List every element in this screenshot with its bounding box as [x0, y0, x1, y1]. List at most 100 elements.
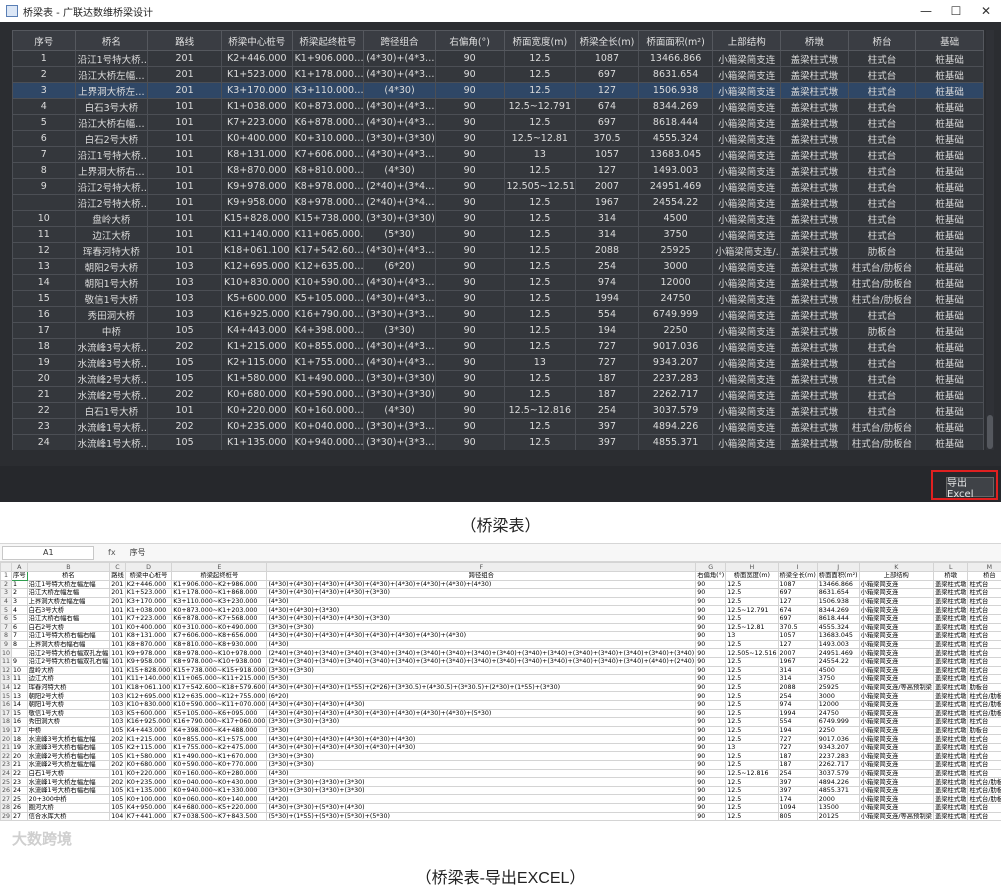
grid-cell[interactable]: (2*40)+(3*4…: [363, 178, 436, 195]
excel-col-letter[interactable]: H: [725, 562, 779, 572]
grid-cell[interactable]: 小箱梁简支连: [712, 338, 782, 355]
grid-row[interactable]: 10 盘岭大桥 101 K15+828.000 K15+738.000… (3*30)+(…: [12, 210, 984, 227]
grid-cell[interactable]: 12.5: [503, 162, 577, 179]
excel-cell[interactable]: K1+580.000: [124, 751, 173, 762]
grid-cell[interactable]: 1057: [575, 146, 639, 163]
excel-cell[interactable]: 127: [777, 596, 818, 607]
excel-cell[interactable]: K15+738.000~K15+918.000: [171, 665, 268, 676]
excel-cell[interactable]: 边江大桥: [26, 674, 111, 684]
excel-cell[interactable]: 12.5: [725, 794, 779, 805]
excel-cell[interactable]: 小箱梁简支连: [858, 725, 934, 736]
excel-cell[interactable]: 90: [695, 622, 727, 633]
excel-cell[interactable]: 小箱梁简支连/等高预制梁: [858, 682, 934, 693]
excel-cell[interactable]: 盖梁柱式墩: [932, 725, 969, 736]
excel-cell[interactable]: (3*30)+(3*30): [266, 760, 697, 770]
grid-cell[interactable]: K7+223.000: [220, 114, 293, 131]
excel-col-letter[interactable]: G: [695, 562, 727, 572]
grid-cell[interactable]: 盖梁柱式墩: [780, 354, 849, 371]
excel-cell[interactable]: K0+590.000~K0+770.000: [171, 760, 268, 770]
grid-cell[interactable]: 101: [147, 146, 222, 163]
excel-cell[interactable]: 25925: [816, 682, 860, 693]
grid-cell[interactable]: 水流峰2号大桥…: [74, 386, 149, 403]
grid-cell[interactable]: K1+580.000: [220, 370, 293, 387]
grid-cell[interactable]: 边江大桥: [74, 226, 149, 243]
grid-cell[interactable]: 12.5~12.816: [503, 402, 577, 419]
grid-row[interactable]: 23 水流峰1号大桥… 202 K0+235.000 K0+040.000… (3*30)…: [12, 418, 984, 435]
grid-cell[interactable]: 101: [147, 130, 222, 147]
grid-col-header[interactable]: 路线: [147, 30, 222, 51]
excel-cell[interactable]: 202: [109, 760, 126, 770]
grid-cell[interactable]: 12: [12, 242, 76, 259]
excel-cell[interactable]: K7+038.500~K7+843.500: [171, 811, 268, 822]
excel-cell[interactable]: K0+160.000~K0+280.000: [171, 768, 268, 779]
excel-cell[interactable]: 12.5: [725, 579, 779, 590]
excel-cell[interactable]: 中桥: [26, 725, 111, 736]
grid-cell[interactable]: 90: [434, 306, 505, 323]
excel-cell[interactable]: 盖梁柱式墩: [932, 674, 969, 684]
excel-row-number[interactable]: 17: [0, 708, 13, 719]
grid-row[interactable]: 19 水流峰3号大桥… 105 K2+115.000 K1+755.000… (4*30)…: [12, 354, 984, 371]
excel-cell[interactable]: 桥面宽度(m): [725, 571, 779, 581]
grid-cell[interactable]: 90: [434, 210, 505, 227]
grid-cell[interactable]: (3*30)+(3*30): [363, 210, 436, 227]
grid-cell[interactable]: K8+810.000…: [291, 162, 365, 179]
grid-cell[interactable]: 90: [434, 258, 505, 275]
grid-cell[interactable]: 12.5: [503, 290, 577, 307]
grid-cell[interactable]: 314: [575, 226, 639, 243]
excel-cell[interactable]: 桥梁起终桩号: [171, 571, 268, 581]
excel-row-number[interactable]: 18: [0, 717, 13, 727]
excel-cell[interactable]: 90: [695, 579, 727, 590]
grid-cell[interactable]: (3*30)+(3*30): [363, 386, 436, 403]
excel-cell[interactable]: 桥面面积(m²): [816, 571, 860, 581]
excel-cell[interactable]: K0+060.000~K0+140.000: [171, 794, 268, 805]
excel-cell[interactable]: 17: [11, 725, 28, 736]
grid-cell[interactable]: K11+065.000…: [291, 226, 365, 243]
grid-cell[interactable]: 12.5: [503, 66, 577, 83]
grid-cell[interactable]: 敬信1号大桥: [74, 290, 149, 307]
excel-cell[interactable]: K7+441.000: [124, 811, 173, 822]
excel-cell[interactable]: 90: [695, 734, 727, 744]
excel-cell[interactable]: 12.5: [725, 639, 779, 650]
grid-cell[interactable]: 柱式台: [847, 338, 917, 355]
grid-cell[interactable]: K0+873.000…: [291, 98, 365, 115]
excel-cell[interactable]: 127: [777, 639, 818, 650]
excel-cell[interactable]: 盖梁柱式墩: [932, 717, 969, 727]
grid-cell[interactable]: K1+523.000: [220, 66, 293, 83]
grid-cell[interactable]: 25925: [637, 242, 714, 259]
grid-cell[interactable]: 盖梁柱式墩: [780, 274, 849, 291]
excel-cell[interactable]: 12: [11, 682, 28, 693]
excel-cell[interactable]: 12.5: [725, 734, 779, 744]
grid-cell[interactable]: 90: [434, 354, 505, 371]
excel-cell[interactable]: 90: [695, 803, 727, 813]
excel-cell[interactable]: 101: [109, 768, 126, 779]
grid-cell[interactable]: K4+398.000…: [291, 322, 365, 339]
excel-cell[interactable]: 白石3号大桥: [26, 605, 111, 615]
excel-cell[interactable]: 187: [777, 760, 818, 770]
grid-cell[interactable]: 盖梁柱式墩: [780, 290, 849, 307]
excel-cell[interactable]: 柱式台: [967, 605, 1001, 615]
excel-cell[interactable]: K0+310.000~K0+490.000: [171, 622, 268, 633]
excel-cell[interactable]: 小箱梁简支连: [858, 768, 934, 779]
grid-cell[interactable]: 727: [575, 338, 639, 355]
excel-cell[interactable]: 盖梁柱式墩: [932, 605, 969, 615]
grid-cell[interactable]: 90: [434, 322, 505, 339]
minimize-button[interactable]: —: [911, 0, 941, 22]
grid-cell[interactable]: 桩基础: [915, 50, 984, 67]
grid-cell[interactable]: 9017.036: [637, 338, 714, 355]
excel-row-number[interactable]: 29: [0, 811, 13, 822]
excel-row-number[interactable]: 26: [0, 785, 13, 796]
excel-cell[interactable]: K15+828.000: [124, 665, 173, 676]
grid-row[interactable]: 15 敬信1号大桥 103 K5+600.000 K5+105.000… (4*30)+(…: [12, 290, 984, 307]
grid-cell[interactable]: 90: [434, 290, 505, 307]
grid-cell[interactable]: K0+855.000…: [291, 338, 365, 355]
excel-cell[interactable]: K1+178.000~K1+868.000: [171, 588, 268, 598]
grid-cell[interactable]: 2262.717: [637, 386, 714, 403]
excel-cell[interactable]: (5*30): [266, 674, 697, 684]
excel-cell[interactable]: 朝阳1号大桥: [26, 699, 111, 710]
grid-cell[interactable]: 上界洞大桥右…: [74, 162, 149, 179]
grid-cell[interactable]: 697: [575, 66, 639, 83]
excel-cell[interactable]: 小箱梁简支连: [858, 674, 934, 684]
excel-cell[interactable]: 13500: [816, 803, 860, 813]
grid-cell[interactable]: K0+590.000…: [291, 386, 365, 403]
grid-cell[interactable]: 小箱梁简支连: [712, 114, 782, 131]
